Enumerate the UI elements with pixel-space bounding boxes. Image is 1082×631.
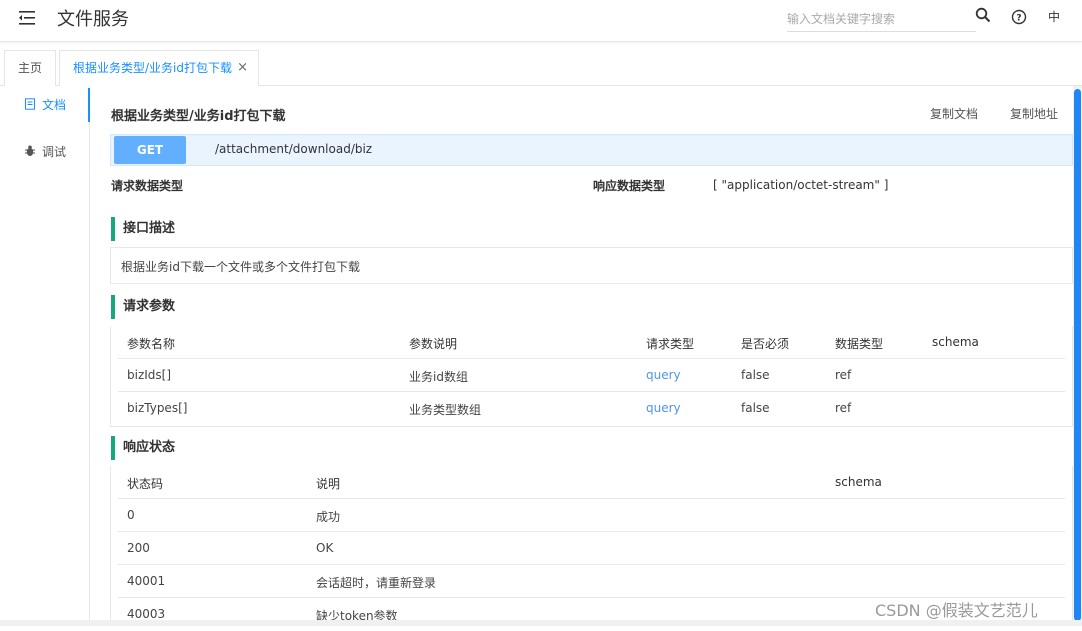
watermark: CSDN @假装文艺范儿 — [875, 601, 1038, 620]
column-header: 参数说明 — [409, 337, 458, 351]
sidebar-item-debug[interactable]: 调试 — [0, 135, 90, 169]
request-type-label: 请求数据类型 — [111, 179, 184, 193]
sidebar-item-label: 文档 — [42, 98, 67, 112]
param-description: 业务类型数组 — [409, 403, 482, 417]
document-icon — [25, 98, 35, 110]
param-description: 业务id数组 — [409, 370, 468, 384]
sidebar-item-label: 调试 — [42, 145, 67, 159]
column-header: schema — [932, 335, 979, 349]
table-row: 0 成功 — [118, 499, 1065, 532]
status-description: 会话超时，请重新登录 — [316, 576, 437, 590]
status-description: 成功 — [316, 510, 341, 524]
section-heading-params: 请求参数 — [111, 295, 175, 319]
tab-label: 根据业务类型/业务id打包下载 — [73, 61, 232, 75]
language-toggle[interactable]: 中 — [1048, 8, 1060, 25]
status-description: OK — [316, 541, 334, 555]
table-row: 40001 会话超时，请重新登录 — [118, 565, 1065, 598]
status-code: 40003 — [127, 607, 166, 621]
svg-text:?: ? — [1016, 14, 1021, 24]
status-code: 0 — [127, 508, 135, 522]
section-heading-description: 接口描述 — [111, 217, 175, 241]
params-table: 参数名称 参数说明 请求类型 是否必须 数据类型 schema bizIds[]… — [118, 326, 1065, 425]
table-header-row: 参数名称 参数说明 请求类型 是否必须 数据类型 schema — [118, 326, 1065, 359]
param-request-type: query — [646, 368, 681, 382]
param-required: false — [741, 368, 770, 382]
column-header: 数据类型 — [835, 337, 884, 351]
status-code: 40001 — [127, 574, 166, 588]
table-row: bizTypes[] 业务类型数组 query false ref — [118, 392, 1065, 425]
column-header: 请求类型 — [646, 337, 695, 351]
description-text: 根据业务id下载一个文件或多个文件打包下载 — [110, 247, 1073, 284]
section-heading-responses: 响应状态 — [111, 436, 175, 460]
help-icon[interactable]: ? — [1011, 9, 1027, 25]
status-code: 200 — [127, 541, 150, 555]
tab-home[interactable]: 主页 — [4, 50, 57, 86]
http-method-badge: GET — [114, 136, 186, 164]
column-header: 状态码 — [127, 477, 164, 491]
tab-bar: 主页 根据业务类型/业务id打包下载 × — [0, 47, 1082, 86]
search-input[interactable] — [787, 6, 976, 32]
column-header: 是否必须 — [741, 337, 790, 351]
top-bar: 文件服务 ? 中 — [0, 0, 1082, 42]
table-header-row: 状态码 说明 schema — [118, 466, 1065, 499]
column-header: schema — [835, 475, 882, 489]
param-data-type: ref — [835, 401, 852, 415]
search-icon[interactable] — [975, 7, 991, 23]
scrollbar-thumb[interactable] — [1074, 89, 1081, 621]
param-required: false — [741, 401, 770, 415]
table-row: 200 OK — [118, 532, 1065, 565]
param-data-type: ref — [835, 368, 852, 382]
tab-label: 主页 — [18, 61, 43, 75]
copy-address-button[interactable]: 复制地址 — [1010, 105, 1058, 122]
param-request-type: query — [646, 401, 681, 415]
menu-collapse-icon[interactable] — [17, 8, 37, 28]
sidebar-item-doc[interactable]: 文档 — [0, 88, 90, 122]
app-title: 文件服务 — [57, 9, 129, 30]
endpoint-bar: GET /attachment/download/biz — [110, 134, 1073, 166]
param-name: bizIds[] — [127, 368, 172, 382]
main-content: 根据业务类型/业务id打包下载 复制文档 复制地址 GET /attachmen… — [110, 86, 1073, 626]
close-icon[interactable]: × — [237, 51, 248, 85]
bug-icon — [25, 145, 35, 156]
response-type-value: [ "application/octet-stream" ] — [713, 178, 889, 192]
vertical-scrollbar[interactable] — [1073, 86, 1082, 626]
api-title: 根据业务类型/业务id打包下载 — [111, 109, 286, 124]
copy-doc-button[interactable]: 复制文档 — [930, 105, 978, 122]
sidebar: 文档 调试 — [0, 86, 90, 626]
column-header: 说明 — [316, 477, 341, 491]
param-name: bizTypes[] — [127, 401, 188, 415]
response-type-label: 响应数据类型 — [593, 179, 666, 193]
tab-api-doc[interactable]: 根据业务类型/业务id打包下载 × — [59, 50, 259, 86]
bottom-edge — [0, 620, 1082, 626]
table-row: bizIds[] 业务id数组 query false ref — [118, 359, 1065, 392]
column-header: 参数名称 — [127, 337, 176, 351]
endpoint-path: /attachment/download/biz — [215, 142, 373, 156]
